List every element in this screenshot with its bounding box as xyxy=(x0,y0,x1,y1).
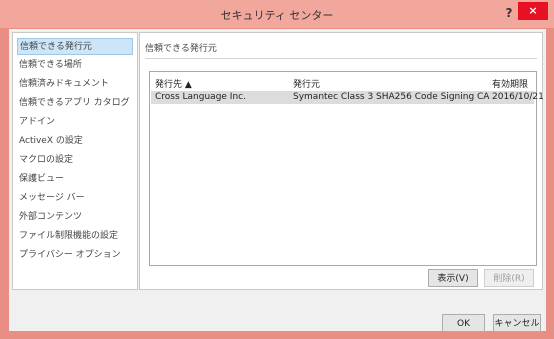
title-bar[interactable]: セキュリティ センター ? × xyxy=(0,0,554,28)
close-button[interactable]: × xyxy=(518,2,548,20)
sidebar-item-trusted-locations[interactable]: 信頼できる場所 xyxy=(17,57,133,74)
sidebar-item-message-bar[interactable]: メッセージ バー xyxy=(17,190,133,207)
sidebar-item-trusted-app-catalogs[interactable]: 信頼できるアプリ カタログ xyxy=(17,95,133,112)
dialog-body: 信頼できる発行元 信頼できる場所 信頼済みドキュメント 信頼できるアプリ カタロ… xyxy=(9,29,546,332)
window-title: セキュリティ センター xyxy=(220,9,334,22)
section-divider xyxy=(145,58,537,59)
sidebar-item-file-block-settings[interactable]: ファイル制限機能の設定 xyxy=(17,228,133,245)
cancel-button[interactable]: キャンセル xyxy=(493,314,541,332)
section-title: 信頼できる発行元 xyxy=(145,44,217,54)
sidebar-item-protected-view[interactable]: 保護ビュー xyxy=(17,171,133,188)
table-row[interactable]: Cross Language Inc. Symantec Class 3 SHA… xyxy=(151,91,544,104)
cell-issued-by: Symantec Class 3 SHA256 Code Signing CA xyxy=(293,92,490,102)
column-header-expiration[interactable]: 有効期限 xyxy=(492,77,528,90)
sidebar-item-macro-settings[interactable]: マクロの設定 xyxy=(17,152,133,169)
sidebar-item-trusted-documents[interactable]: 信頼済みドキュメント xyxy=(17,76,133,93)
column-header-issued-to[interactable]: 発行先 ▲ xyxy=(155,77,192,90)
sidebar-item-external-content[interactable]: 外部コンテンツ xyxy=(17,209,133,226)
publishers-list[interactable]: 発行先 ▲ 発行元 有効期限 Cross Language Inc. Syman… xyxy=(149,71,544,266)
cell-issued-to: Cross Language Inc. xyxy=(155,92,246,102)
cell-expiration: 2016/10/21 xyxy=(492,92,544,102)
column-header-issued-by[interactable]: 発行元 xyxy=(293,77,320,90)
trust-center-window: セキュリティ センター ? × 信頼できる発行元 信頼できる場所 信頼済みドキュ… xyxy=(0,0,554,339)
sidebar-item-activex-settings[interactable]: ActiveX の設定 xyxy=(17,133,133,150)
trusted-publishers-panel: 信頼できる発行元 発行先 ▲ 発行元 有効期限 Cross Language I… xyxy=(139,32,544,290)
ok-button[interactable]: OK xyxy=(442,314,485,332)
help-button[interactable]: ? xyxy=(502,6,516,20)
sidebar-item-privacy-options[interactable]: プライバシー オプション xyxy=(17,247,133,264)
sidebar-item-add-ins[interactable]: アドイン xyxy=(17,114,133,131)
view-button[interactable]: 表示(V) xyxy=(428,269,478,287)
sidebar-item-trusted-publishers[interactable]: 信頼できる発行元 xyxy=(17,38,133,55)
sidebar-nav: 信頼できる発行元 信頼できる場所 信頼済みドキュメント 信頼できるアプリ カタロ… xyxy=(12,32,138,290)
delete-button[interactable]: 削除(R) xyxy=(484,269,534,287)
